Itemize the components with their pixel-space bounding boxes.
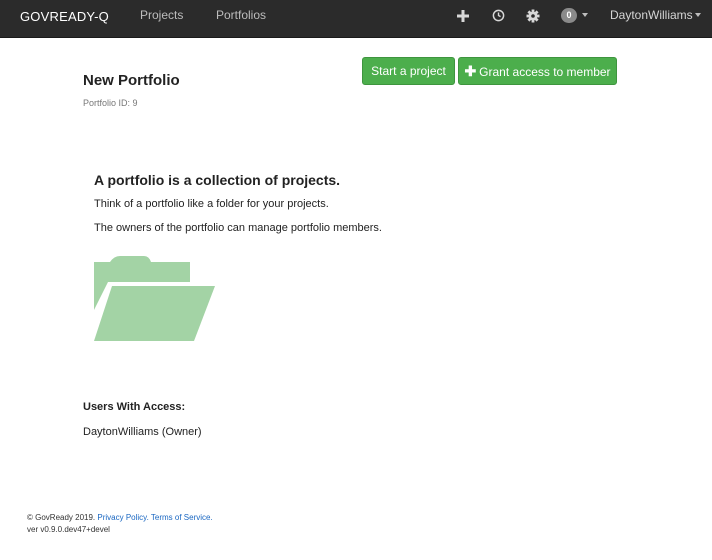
terms-of-service-link[interactable]: Terms of Service.	[151, 513, 213, 522]
privacy-policy-link[interactable]: Privacy Policy.	[97, 513, 148, 522]
clock-icon[interactable]	[492, 9, 505, 25]
user-access-item: DaytonWilliams (Owner)	[83, 426, 202, 438]
page-title: New Portfolio	[83, 72, 180, 89]
empty-state-heading: A portfolio is a collection of projects.	[94, 172, 341, 188]
folder-open-icon	[94, 254, 216, 348]
start-project-button[interactable]: Start a project	[362, 57, 455, 85]
notifications-chevron-down-icon[interactable]	[582, 13, 588, 17]
version-text: ver v0.9.0.dev47+devel	[27, 525, 110, 534]
portfolio-id: Portfolio ID: 9	[83, 98, 138, 108]
empty-state-line-1: Think of a portfolio like a folder for y…	[94, 198, 329, 210]
grant-access-label: Grant access to member	[479, 65, 611, 79]
footer: © GovReady 2019. Privacy Policy. Terms o…	[27, 512, 213, 536]
nav-projects[interactable]: Projects	[140, 8, 183, 22]
user-menu-chevron-down-icon[interactable]	[695, 13, 701, 17]
copyright-text: © GovReady 2019.	[27, 513, 96, 522]
empty-state-line-2: The owners of the portfolio can manage p…	[94, 222, 382, 234]
brand-logo[interactable]: GOVREADY-Q	[20, 9, 109, 24]
plus-icon: ✚	[464, 63, 477, 79]
user-menu[interactable]: DaytonWilliams	[610, 8, 693, 22]
users-with-access-heading: Users With Access:	[83, 401, 186, 413]
top-navbar: GOVREADY-Q Projects Portfolios 0 DaytonW…	[0, 0, 712, 38]
notification-badge[interactable]: 0	[561, 8, 577, 23]
nav-portfolios[interactable]: Portfolios	[216, 8, 266, 22]
gear-icon[interactable]	[526, 9, 540, 26]
grant-access-button[interactable]: ✚ Grant access to member	[458, 57, 617, 85]
plus-icon[interactable]	[456, 9, 470, 26]
